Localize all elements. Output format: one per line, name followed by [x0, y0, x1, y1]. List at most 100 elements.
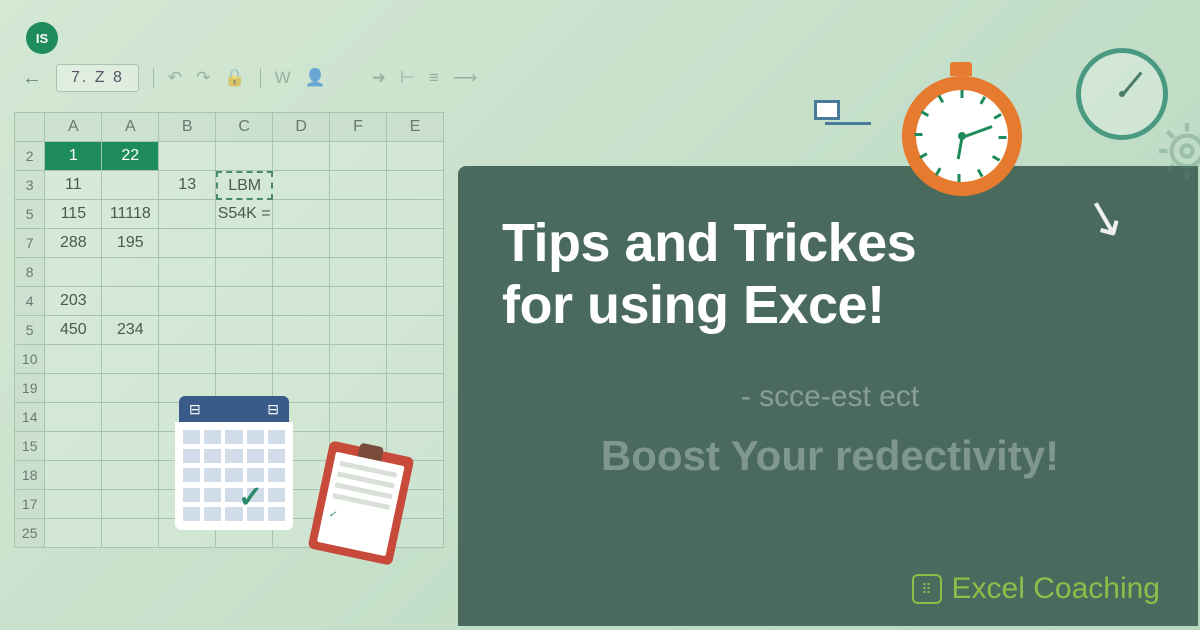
row-header[interactable]: 5 — [15, 200, 45, 229]
grid-cell[interactable]: 288 — [45, 229, 102, 258]
row-header[interactable]: 10 — [15, 345, 45, 374]
column-header[interactable]: A — [45, 113, 102, 142]
grid-cell[interactable] — [273, 171, 330, 200]
corner-cell[interactable] — [15, 113, 45, 142]
grid-cell[interactable] — [216, 345, 273, 374]
grid-cell[interactable] — [330, 258, 387, 287]
grid-cell[interactable] — [216, 142, 273, 171]
grid-cell[interactable] — [330, 316, 387, 345]
row-header[interactable]: 19 — [15, 374, 45, 403]
grid-cell[interactable] — [387, 316, 444, 345]
grid-cell[interactable] — [387, 200, 444, 229]
grid-cell[interactable]: 1 — [45, 142, 102, 171]
grid-cell[interactable] — [273, 142, 330, 171]
arrow-icon[interactable]: ➜ — [372, 68, 386, 88]
align-center-icon[interactable]: ≡ — [429, 68, 439, 88]
grid-cell[interactable] — [102, 171, 159, 200]
column-header[interactable]: B — [159, 113, 216, 142]
column-header[interactable]: C — [216, 113, 273, 142]
grid-cell[interactable] — [159, 287, 216, 316]
grid-cell[interactable] — [45, 403, 102, 432]
grid-cell[interactable] — [330, 403, 387, 432]
row-header[interactable]: 4 — [15, 287, 45, 316]
grid-cell[interactable] — [330, 142, 387, 171]
grid-cell[interactable] — [159, 345, 216, 374]
row-header[interactable]: 3 — [15, 171, 45, 200]
grid-cell[interactable] — [273, 316, 330, 345]
grid-cell[interactable]: 11118 — [102, 200, 159, 229]
grid-cell[interactable]: 22 — [102, 142, 159, 171]
grid-cell[interactable] — [102, 432, 159, 461]
grid-cell[interactable]: LBM — [216, 171, 273, 200]
grid-cell[interactable] — [159, 200, 216, 229]
grid-cell[interactable] — [387, 142, 444, 171]
grid-cell[interactable] — [45, 432, 102, 461]
arrow-right-icon[interactable]: ⟶ — [453, 68, 477, 88]
undo-icon[interactable]: ↶ — [168, 68, 182, 88]
row-header[interactable]: 14 — [15, 403, 45, 432]
grid-cell[interactable]: 195 — [102, 229, 159, 258]
grid-cell[interactable] — [45, 519, 102, 548]
row-header[interactable]: 15 — [15, 432, 45, 461]
grid-cell[interactable] — [159, 258, 216, 287]
grid-cell[interactable] — [387, 374, 444, 403]
lock-icon[interactable]: 🔒 — [224, 68, 245, 88]
grid-cell[interactable] — [330, 171, 387, 200]
align-left-icon[interactable]: ⊢ — [400, 68, 415, 88]
grid-cell[interactable] — [45, 490, 102, 519]
row-header[interactable]: 2 — [15, 142, 45, 171]
grid-cell[interactable]: 11 — [45, 171, 102, 200]
grid-cell[interactable] — [330, 229, 387, 258]
grid-cell[interactable] — [102, 403, 159, 432]
redo-icon[interactable]: ↷ — [196, 68, 210, 88]
grid-cell[interactable] — [159, 142, 216, 171]
column-header[interactable]: F — [330, 113, 387, 142]
grid-cell[interactable] — [330, 374, 387, 403]
grid-cell[interactable] — [45, 345, 102, 374]
grid-cell[interactable] — [387, 345, 444, 374]
name-box[interactable]: 7. Z 8 — [56, 64, 139, 92]
grid-cell[interactable] — [102, 258, 159, 287]
grid-cell[interactable] — [216, 229, 273, 258]
column-header[interactable]: E — [387, 113, 444, 142]
grid-cell[interactable] — [387, 229, 444, 258]
grid-cell[interactable] — [273, 345, 330, 374]
grid-cell[interactable]: 13 — [159, 171, 216, 200]
grid-cell[interactable] — [387, 287, 444, 316]
grid-cell[interactable] — [102, 345, 159, 374]
grid-cell[interactable] — [330, 287, 387, 316]
grid-cell[interactable]: 115 — [45, 200, 102, 229]
grid-cell[interactable] — [102, 519, 159, 548]
grid-cell[interactable] — [102, 374, 159, 403]
letter-w-icon[interactable]: W — [275, 68, 291, 88]
grid-cell[interactable] — [45, 461, 102, 490]
grid-cell[interactable]: 203 — [45, 287, 102, 316]
grid-cell[interactable] — [102, 490, 159, 519]
grid-cell[interactable] — [159, 316, 216, 345]
column-header[interactable]: A — [102, 113, 159, 142]
grid-cell[interactable] — [102, 461, 159, 490]
row-header[interactable]: 25 — [15, 519, 45, 548]
grid-cell[interactable] — [216, 316, 273, 345]
grid-cell[interactable] — [216, 287, 273, 316]
grid-cell[interactable] — [387, 258, 444, 287]
grid-cell[interactable] — [330, 200, 387, 229]
grid-cell[interactable] — [102, 287, 159, 316]
grid-cell[interactable] — [273, 200, 330, 229]
grid-cell[interactable] — [216, 258, 273, 287]
grid-cell[interactable] — [159, 229, 216, 258]
grid-cell[interactable] — [387, 171, 444, 200]
grid-cell[interactable]: 234 — [102, 316, 159, 345]
grid-cell[interactable]: S54K = — [216, 200, 273, 229]
grid-cell[interactable] — [273, 287, 330, 316]
row-header[interactable]: 7 — [15, 229, 45, 258]
grid-cell[interactable] — [45, 258, 102, 287]
grid-cell[interactable] — [273, 258, 330, 287]
row-header[interactable]: 17 — [15, 490, 45, 519]
row-header[interactable]: 8 — [15, 258, 45, 287]
row-header[interactable]: 18 — [15, 461, 45, 490]
column-header[interactable]: D — [273, 113, 330, 142]
grid-cell[interactable] — [45, 374, 102, 403]
person-icon[interactable]: 👤 — [305, 68, 326, 88]
grid-cell[interactable] — [387, 403, 444, 432]
